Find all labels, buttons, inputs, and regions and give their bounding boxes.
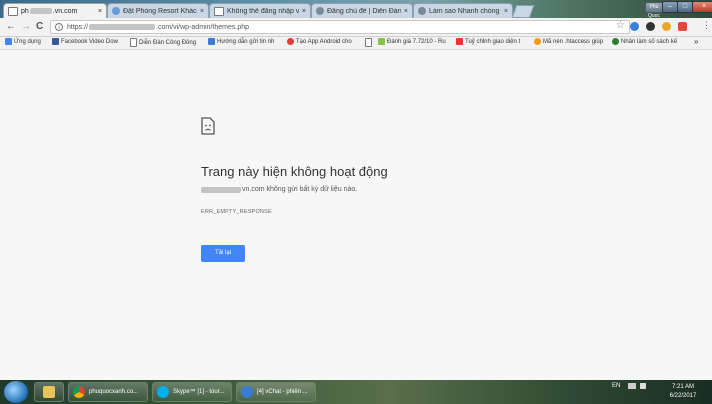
forum-icon bbox=[316, 7, 324, 15]
reload-button[interactable]: C bbox=[36, 21, 43, 33]
globe-icon bbox=[612, 38, 619, 45]
apps-icon bbox=[5, 38, 12, 45]
close-tab-icon[interactable]: × bbox=[302, 8, 306, 15]
taskbar: phuquocxanh.co... Skype™ [1] - tour... [… bbox=[0, 380, 712, 404]
minimize-button[interactable]: – bbox=[662, 1, 678, 13]
chrome-icon bbox=[73, 386, 85, 398]
new-tab-button[interactable] bbox=[511, 5, 535, 18]
info-icon[interactable]: i bbox=[55, 23, 63, 31]
bookmark-item[interactable]: Facebook Video Dow bbox=[52, 38, 118, 45]
download-icon bbox=[208, 38, 215, 45]
facebook-icon bbox=[52, 38, 59, 45]
browser-window: ph .vn.com × Đặt Phòng Resort Khách × Khô… bbox=[0, 0, 712, 404]
address-bar[interactable]: i https:// .com/vi/wp-admin/themes.php bbox=[50, 20, 630, 34]
profile-button[interactable]: Phu Quoc bbox=[645, 2, 663, 19]
redacted-domain bbox=[89, 24, 156, 30]
site-icon bbox=[112, 7, 120, 15]
error-message-text: không gửi bất kỳ dữ liệu nào. bbox=[266, 186, 358, 193]
bookmarks-bar: Ứng dụng Facebook Video Dow Diễn Đàn Côn… bbox=[0, 37, 712, 50]
tab-strip: ph .vn.com × Đặt Phòng Resort Khách × Khô… bbox=[0, 0, 712, 19]
tab-howto[interactable]: Làm sao Nhanh chóng h × bbox=[413, 3, 513, 18]
taskbar-vchat[interactable]: [4] vChat - phiên ... bbox=[236, 382, 316, 402]
bookmark-item[interactable]: Diễn Đàn Công Đồng bbox=[130, 38, 196, 47]
volume-icon[interactable] bbox=[640, 383, 647, 389]
bookmark-item[interactable]: Đánh giá 7.72/10 - Ru bbox=[378, 38, 446, 45]
taskbar-explorer[interactable] bbox=[34, 382, 64, 402]
bookmark-item[interactable]: Mã nén .htaccess giúp bbox=[534, 38, 603, 45]
reload-page-button[interactable]: Tải lại bbox=[201, 245, 245, 262]
explorer-icon bbox=[43, 386, 55, 398]
tab-label: Đặt Phòng Resort Khách bbox=[123, 7, 197, 15]
language-indicator[interactable]: EN bbox=[612, 383, 620, 389]
page-icon bbox=[8, 6, 18, 16]
bookmark-item[interactable]: Tuỷ chỉnh giao diện t bbox=[456, 38, 520, 45]
bookmark-item[interactable]: Nhân làm số sách kế bbox=[612, 38, 677, 45]
close-tab-icon[interactable]: × bbox=[504, 8, 508, 15]
window-controls: – □ × bbox=[662, 1, 712, 13]
network-icon[interactable] bbox=[628, 383, 637, 389]
url-path: .com/vi/wp-admin/themes.php bbox=[156, 23, 249, 31]
tab-login[interactable]: Không thể đăng nhập v × bbox=[209, 3, 311, 18]
redacted-domain bbox=[201, 186, 241, 193]
error-title: Trang này hiện không hoạt động bbox=[201, 164, 388, 179]
close-tab-icon[interactable]: × bbox=[98, 8, 102, 15]
tab-label: ph .vn.com bbox=[21, 7, 78, 15]
vchat-icon bbox=[241, 386, 253, 398]
bookmark-item[interactable]: Tạo App Android cho bbox=[287, 38, 352, 45]
bookmark-item[interactable] bbox=[365, 38, 374, 47]
error-message: vn.com không gửi bất kỳ dữ liệu nào. bbox=[201, 186, 357, 193]
forward-button[interactable]: → bbox=[21, 21, 31, 33]
error-code: ERR_EMPTY_RESPONSE bbox=[201, 209, 272, 215]
page-icon bbox=[130, 38, 137, 47]
android-icon bbox=[287, 38, 294, 45]
page-icon bbox=[365, 38, 372, 47]
rating-icon bbox=[378, 38, 385, 45]
clock-date: 6/22/2017 bbox=[669, 393, 697, 399]
tab-forum[interactable]: Đăng chủ đề | Diễn Đàn × bbox=[311, 3, 413, 18]
maximize-button[interactable]: □ bbox=[677, 1, 693, 13]
extension-icon[interactable] bbox=[630, 22, 639, 31]
tab-resort[interactable]: Đặt Phòng Resort Khách × bbox=[107, 3, 209, 18]
compress-icon bbox=[534, 38, 541, 45]
skype-icon bbox=[157, 386, 169, 398]
close-tab-icon[interactable]: × bbox=[404, 8, 408, 15]
page-content bbox=[0, 50, 712, 380]
browser-toolbar: ← → C i https:// .com/vi/wp-admin/themes… bbox=[0, 18, 712, 37]
menu-icon[interactable]: ⋮ bbox=[702, 20, 711, 31]
close-window-button[interactable]: × bbox=[692, 1, 712, 13]
extension-icon[interactable] bbox=[646, 22, 655, 31]
tab-label: Đăng chủ đề | Diễn Đàn bbox=[327, 7, 401, 15]
bookmark-item[interactable]: Hướng dẫn gửi tin nh bbox=[208, 38, 274, 45]
more-bookmarks-button[interactable]: » bbox=[694, 37, 698, 46]
taskbar-skype[interactable]: Skype™ [1] - tour... bbox=[152, 382, 232, 402]
extension-icon[interactable] bbox=[678, 22, 687, 31]
bookmark-star-icon[interactable]: ☆ bbox=[616, 20, 625, 31]
taskbar-chrome[interactable]: phuquocxanh.co... bbox=[68, 382, 148, 402]
error-domain: vn.com bbox=[242, 186, 265, 193]
clock-time: 7:21 AM bbox=[671, 384, 694, 390]
forum-icon bbox=[418, 7, 426, 15]
extension-icon[interactable] bbox=[662, 22, 671, 31]
system-tray: EN bbox=[612, 383, 647, 389]
back-button[interactable]: ← bbox=[6, 21, 16, 33]
url-scheme: https:// bbox=[67, 23, 89, 31]
bookmark-apps[interactable]: Ứng dụng bbox=[5, 38, 41, 45]
tab-label: Làm sao Nhanh chóng h bbox=[429, 7, 501, 15]
close-tab-icon[interactable]: × bbox=[200, 8, 204, 15]
start-button[interactable] bbox=[4, 381, 28, 403]
tab-label: Không thể đăng nhập v bbox=[227, 7, 299, 15]
clock[interactable]: 7:21 AM 6/22/2017 bbox=[662, 383, 704, 401]
tab-current[interactable]: ph .vn.com × bbox=[3, 3, 107, 18]
youtube-icon bbox=[456, 38, 463, 45]
page-icon bbox=[214, 6, 224, 16]
sad-page-icon bbox=[201, 117, 215, 135]
